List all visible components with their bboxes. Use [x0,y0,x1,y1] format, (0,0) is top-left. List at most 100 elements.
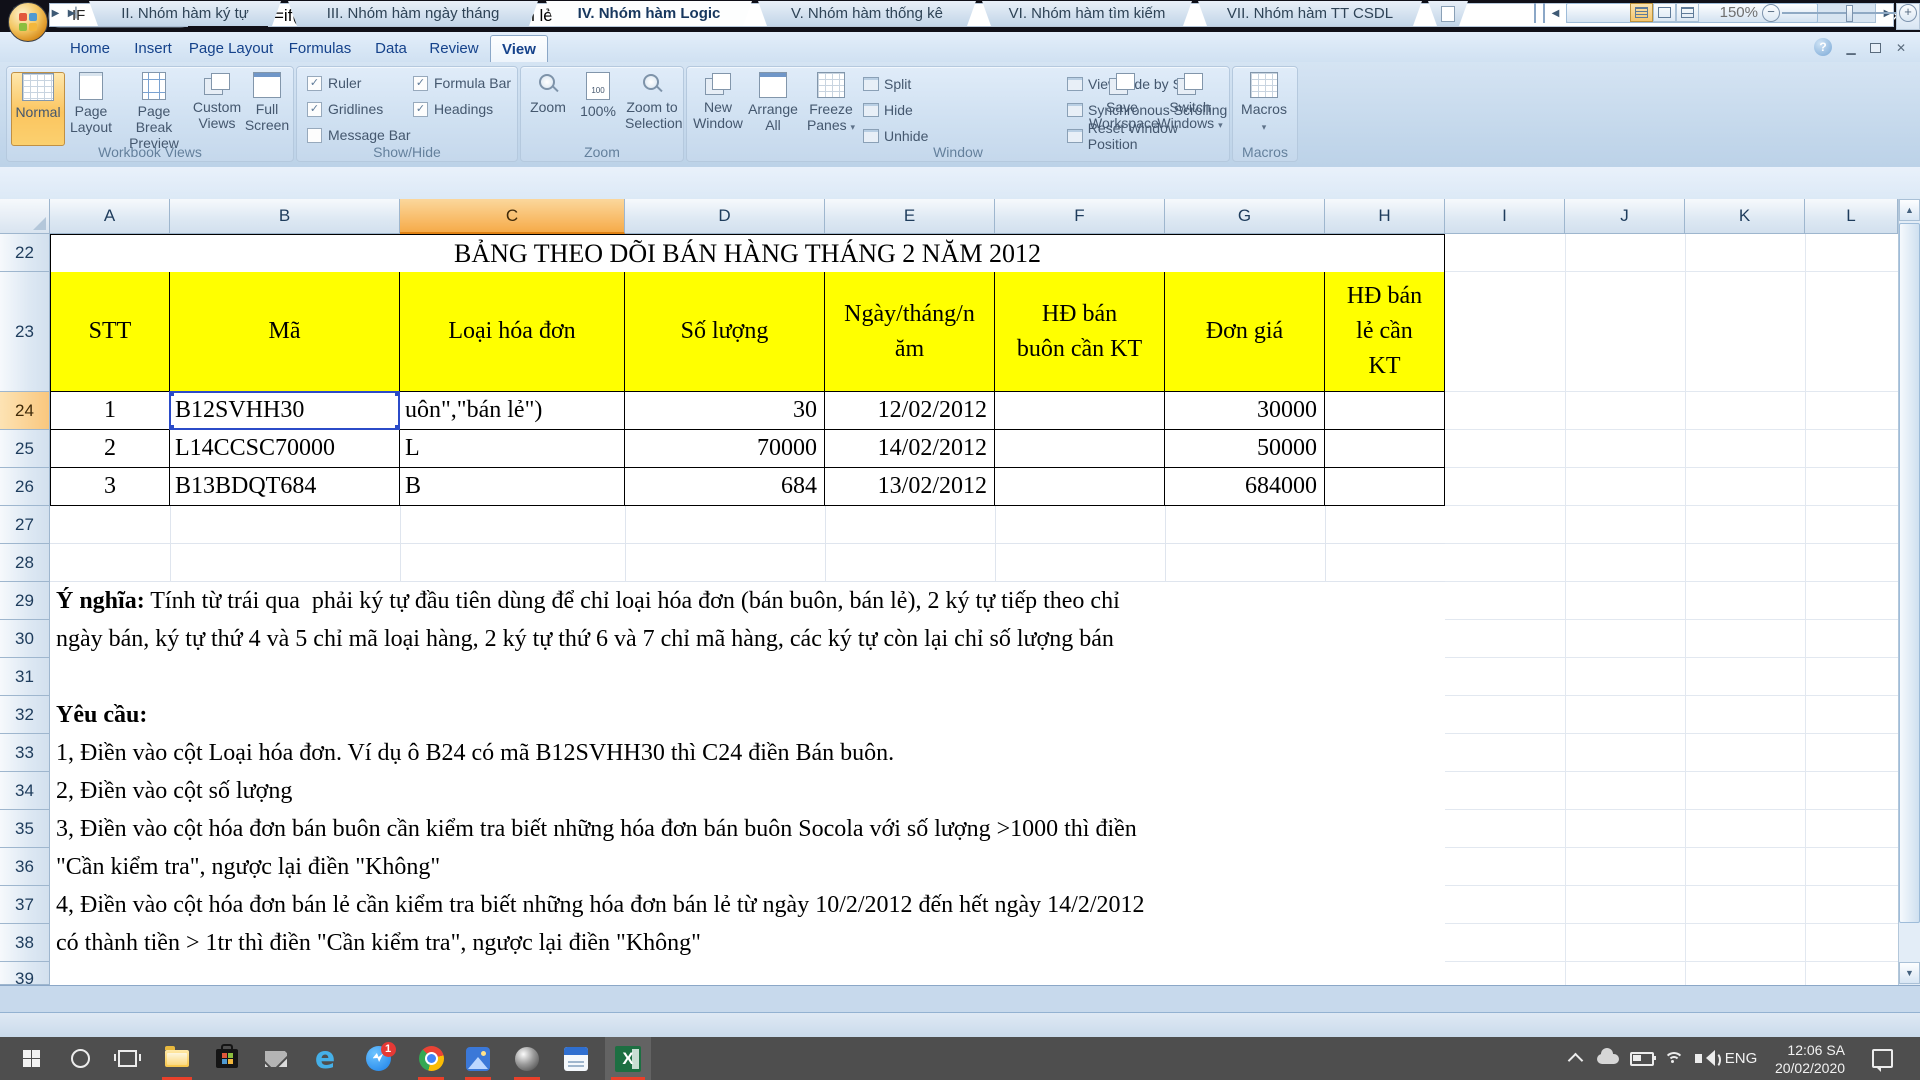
cell-e26[interactable]: 13/02/2012 [825,468,995,506]
cell-c26[interactable]: B [400,468,625,506]
cell-a26[interactable]: 3 [50,468,170,506]
help-icon[interactable]: ? [1814,38,1832,56]
table-title-cell[interactable]: BẢNG THEO DÕI BÁN HÀNG THÁNG 2 NĂM 2012 [50,234,1445,272]
new-window-button[interactable]: New Window [693,72,743,131]
freeze-panes-button[interactable]: Freeze Panes ▾ [803,72,859,135]
clock[interactable]: 12:06 SA20/02/2020 [1764,1037,1856,1080]
note-row-34[interactable]: 2, Điền vào cột số lượng [50,772,292,810]
cell-b26[interactable]: B13BDQT684 [170,468,400,506]
switch-windows-button[interactable]: Switch Windows ▾ [1157,72,1223,133]
cell-e24[interactable]: 12/02/2012 [825,392,995,430]
onedrive-tray-button[interactable] [1592,1037,1624,1080]
row-header-31[interactable]: 31 [0,658,50,696]
tab-insert[interactable]: Insert [124,35,182,62]
column-header-j[interactable]: J [1565,199,1685,234]
cortana-button[interactable] [57,1037,103,1080]
cell-a24[interactable]: 1 [50,392,170,430]
row-header-32[interactable]: 32 [0,696,50,734]
next-sheet-icon[interactable]: ▶ [46,3,65,23]
chrome-button[interactable] [408,1037,454,1080]
header-cell-loai-hoa-don[interactable]: Loại hóa đơn [400,272,625,392]
office-button[interactable] [8,2,48,42]
row-header-27[interactable]: 27 [0,506,50,544]
column-header-g[interactable]: G [1165,199,1325,234]
sheet-tab-ky-tu[interactable]: II. Nhóm hàm ký tự [89,1,281,26]
note-row-37[interactable]: 4, Điền vào cột hóa đơn bán lẻ cần kiểm … [50,886,1144,924]
page-break-preview-button[interactable]: Page Break Preview [119,72,189,151]
row-header-33[interactable]: 33 [0,734,50,772]
start-button[interactable] [8,1037,54,1080]
excel-taskbar-button[interactable]: X [605,1037,651,1080]
status-page-break-button[interactable] [1676,3,1699,22]
cell-h25[interactable] [1325,430,1445,468]
workbook-restore-icon[interactable] [1864,38,1886,58]
cell-g24[interactable]: 30000 [1165,392,1325,430]
workbook-minimize-icon[interactable]: ▁ [1840,38,1862,58]
row-header-29[interactable]: 29 [0,582,50,620]
zoom-in-icon[interactable]: + [1899,4,1917,22]
tab-view[interactable]: View [490,35,548,63]
status-normal-view-button[interactable] [1630,3,1653,22]
row-header-34[interactable]: 34 [0,772,50,810]
sheet-tab-tt-csdl[interactable]: VII. Nhóm hàm TT CSDL [1198,1,1422,26]
note-row-32[interactable]: Yêu cầu: [50,696,147,734]
select-all-corner[interactable] [0,199,50,234]
tray-expand-button[interactable] [1560,1037,1590,1080]
cell-b25[interactable]: L14CCSC70000 [170,430,400,468]
scroll-up-icon[interactable]: ▲ [1899,199,1920,221]
action-center-button[interactable] [1862,1037,1902,1080]
header-cell-ma[interactable]: Mã [170,272,400,392]
column-header-h[interactable]: H [1325,199,1445,234]
column-header-c[interactable]: C [400,199,625,234]
zoom-to-selection-button[interactable]: Zoom to Selection [625,72,679,131]
cell-c25[interactable]: L [400,430,625,468]
header-cell-hd-ban-le[interactable]: HĐ bán lẻ cần KT [1325,272,1445,392]
cell-d25[interactable]: 70000 [625,430,825,468]
mail-button[interactable] [253,1037,299,1080]
zoom-level[interactable]: 150% [1706,0,1758,25]
cell-f26[interactable] [995,468,1165,506]
column-header-l[interactable]: L [1805,199,1898,234]
cell-a25[interactable]: 2 [50,430,170,468]
scroll-down-icon[interactable]: ▼ [1899,962,1920,984]
save-workspace-button[interactable]: Save Workspace [1089,72,1155,131]
macros-button[interactable]: Macros▾ [1238,72,1290,135]
zoom-slider-thumb[interactable] [1846,5,1853,22]
tab-review[interactable]: Review [422,35,486,62]
zoom-button[interactable]: Zoom [525,72,571,115]
store-button[interactable] [204,1037,250,1080]
workbook-close-icon[interactable]: ✕ [1890,38,1912,58]
zoom-slider-track[interactable] [1782,12,1896,14]
sheet-tab-thong-ke[interactable]: V. Nhóm hàm thống kê [758,1,976,26]
row-header-24[interactable]: 24 [0,392,50,430]
page-layout-view-button[interactable]: Page Layout [65,72,117,135]
photos-button[interactable] [455,1037,501,1080]
row-header-30[interactable]: 30 [0,620,50,658]
hscroll-left-icon[interactable]: ◀ [1546,3,1565,23]
cell-c24-editing[interactable]: uôn","bán lẻ") [400,392,625,430]
custom-views-button[interactable]: Custom Views [191,72,243,131]
note-row-30[interactable]: ngày bán, ký tự thứ 4 và 5 chỉ mã loại h… [50,620,1114,658]
tab-formulas[interactable]: Formulas [280,35,360,62]
headings-checkbox[interactable]: ✓ Headings [413,101,493,117]
row-header-38[interactable]: 38 [0,924,50,962]
column-header-f[interactable]: F [995,199,1165,234]
normal-view-button[interactable]: Normal [11,72,65,146]
column-header-k[interactable]: K [1685,199,1805,234]
contacts-card-button[interactable] [553,1037,599,1080]
note-row-33[interactable]: 1, Điền vào cột Loại hóa đơn. Ví dụ ô B2… [50,734,894,772]
vertical-scroll-thumb[interactable] [1899,223,1920,923]
column-header-e[interactable]: E [825,199,995,234]
sheet-tab-tim-kiem[interactable]: VI. Nhóm hàm tìm kiếm [982,1,1192,26]
row-header-39[interactable]: 39 [0,962,50,985]
sheet-tab-ngay-thang[interactable]: III. Nhóm hàm ngày tháng [288,1,538,26]
column-header-d[interactable]: D [625,199,825,234]
sheet-tab-logic-active[interactable]: IV. Nhóm hàm Logic [546,1,752,26]
cell-f25[interactable] [995,430,1165,468]
cell-h24[interactable] [1325,392,1445,430]
cell-f24[interactable] [995,392,1165,430]
note-row-29[interactable]: Ý nghĩa: Tính từ trái qua phải ký tự đầu… [50,582,1120,620]
cell-d24[interactable]: 30 [625,392,825,430]
row-header-23[interactable]: 23 [0,272,50,392]
note-row-38[interactable]: có thành tiền > 1tr thì điền "Cần kiểm t… [50,924,701,962]
